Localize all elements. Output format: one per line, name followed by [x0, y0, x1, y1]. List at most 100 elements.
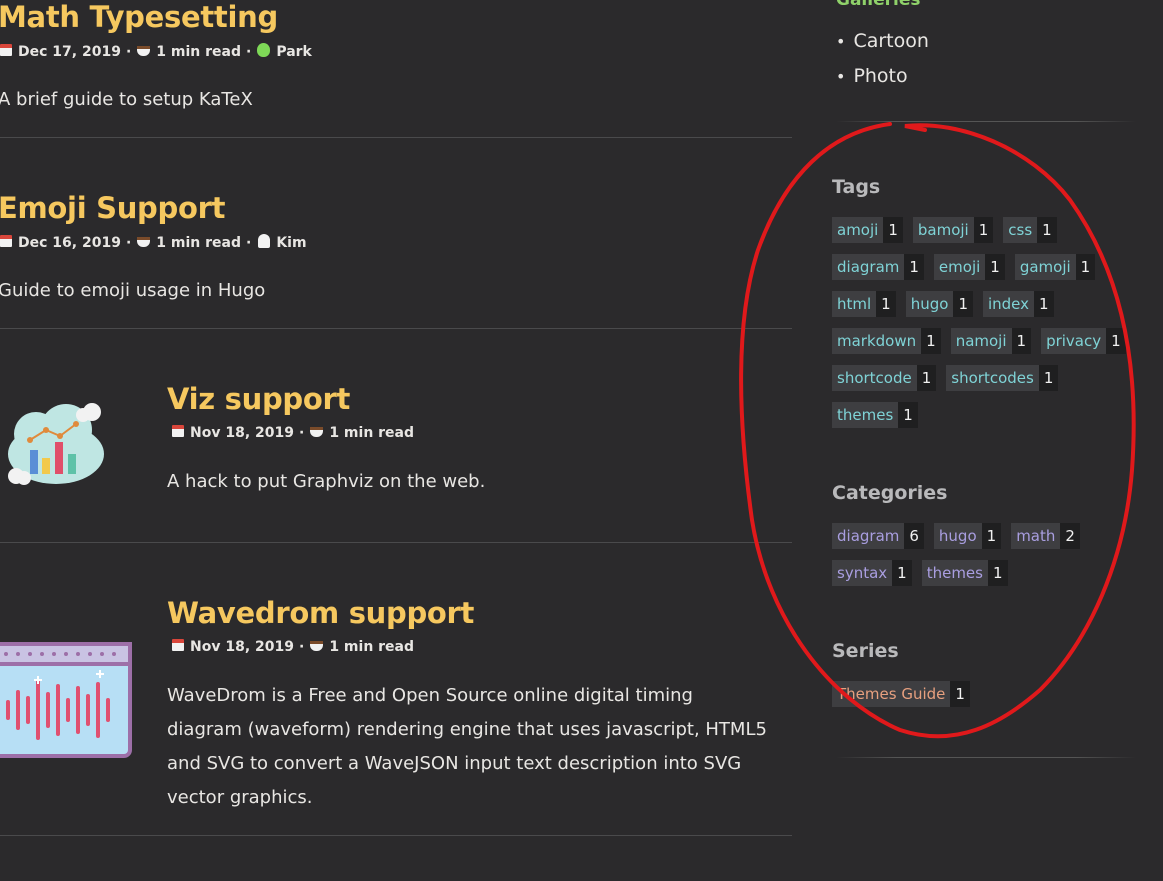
tag-name: amoji: [832, 217, 884, 243]
post-summary: Guide to emoji usage in Hugo: [0, 280, 266, 301]
post-meta: Dec 16, 2019 · 1 min read · Kim: [0, 234, 307, 252]
series-heading: Series: [832, 640, 899, 662]
calendar-icon: [170, 639, 185, 655]
tag-namoji[interactable]: namoji 1: [950, 328, 1032, 354]
post-title[interactable]: Math Typesetting: [0, 0, 278, 34]
category-diagram[interactable]: diagram 6: [832, 523, 924, 549]
category-count: 1: [892, 560, 912, 586]
tag-privacy[interactable]: privacy 1: [1041, 328, 1126, 354]
coffee-cup-icon: [309, 426, 324, 441]
tag-emoji[interactable]: emoji 1: [933, 254, 1005, 280]
tag-name: hugo: [905, 291, 954, 317]
post-meta: Dec 17, 2019 · 1 min read · Park: [0, 43, 312, 61]
tag-count: 1: [898, 402, 918, 428]
tag-count: 1: [904, 254, 924, 280]
post-meta: Nov 18, 2019 · 1 min read: [170, 425, 414, 441]
post-summary-line: vector graphics.: [167, 787, 313, 808]
tag-gamoji[interactable]: gamoji 1: [1014, 254, 1096, 280]
tag-count: 1: [985, 254, 1005, 280]
waveform-thumbnail[interactable]: [0, 642, 134, 760]
tag-count: 1: [921, 328, 941, 354]
post-title[interactable]: Wavedrom support: [167, 596, 474, 630]
category-name: math: [1011, 523, 1061, 549]
tag-name: emoji: [933, 254, 986, 280]
category-name: syntax: [832, 560, 893, 586]
tags-list: amoji 1 bamoji 1 css 1 diagram 1 emoji 1 gamoji 1 ht…: [832, 217, 1142, 428]
post-title[interactable]: Emoji Support: [0, 191, 225, 225]
series-count: 1: [950, 681, 970, 707]
post-read-time: 1 min read: [156, 44, 241, 60]
tag-count: 1: [883, 217, 903, 243]
tag-name: themes: [832, 402, 899, 428]
category-count: 2: [1060, 523, 1080, 549]
tag-bamoji[interactable]: bamoji 1: [912, 217, 994, 243]
series-themes-guide[interactable]: Themes Guide 1: [832, 681, 970, 707]
ghost-icon: [256, 234, 271, 252]
post-summary-line: and SVG to convert a WaveJSON input text…: [167, 753, 742, 774]
gallery-link-cartoon[interactable]: Cartoon: [836, 24, 928, 59]
series-name: Themes Guide: [832, 681, 951, 707]
tag-name: shortcode: [832, 365, 917, 391]
tag-markdown[interactable]: markdown 1: [832, 328, 941, 354]
coffee-cup-icon: [136, 45, 151, 60]
post-read-time: 1 min read: [156, 235, 241, 251]
post-date: Nov 18, 2019: [190, 425, 294, 441]
post-divider: [0, 137, 792, 138]
post-divider: [0, 328, 792, 329]
tag-diagram[interactable]: diagram 1: [832, 254, 924, 280]
category-name: hugo: [933, 523, 982, 549]
post-meta: Nov 18, 2019 · 1 min read: [170, 639, 414, 655]
tag-count: 1: [973, 217, 994, 243]
post-read-time: 1 min read: [329, 639, 415, 655]
category-name: diagram: [832, 523, 905, 549]
tag-name: shortcodes: [946, 365, 1039, 391]
calendar-icon: [0, 235, 13, 251]
tag-themes[interactable]: themes 1: [832, 402, 918, 428]
cloud-chart-thumbnail[interactable]: [0, 398, 112, 490]
categories-heading: Categories: [832, 482, 948, 504]
tag-name: html: [832, 291, 877, 317]
tag-name: diagram: [832, 254, 905, 280]
tag-count: 1: [1037, 217, 1057, 243]
coffee-cup-icon: [309, 640, 324, 655]
post-date: Nov 18, 2019: [190, 639, 294, 655]
tag-count: 1: [876, 291, 896, 317]
post-author[interactable]: Park: [276, 44, 312, 60]
tag-count: 1: [1075, 254, 1096, 280]
post-date: Dec 16, 2019: [18, 235, 121, 251]
post-date: Dec 17, 2019: [18, 44, 121, 60]
category-syntax[interactable]: syntax 1: [832, 560, 912, 586]
tag-count: 1: [953, 291, 973, 317]
post-read-time: 1 min read: [329, 425, 415, 441]
tag-count: 1: [1011, 328, 1032, 354]
tag-html[interactable]: html 1: [832, 291, 896, 317]
tags-heading: Tags: [832, 176, 881, 198]
category-count: 1: [981, 523, 1002, 549]
tag-index[interactable]: index 1: [982, 291, 1054, 317]
post-summary: WaveDrom is a Free and Open Source onlin…: [167, 679, 787, 815]
post-title[interactable]: Viz support: [167, 382, 350, 416]
gallery-link-photo[interactable]: Photo: [836, 59, 929, 94]
tag-name: privacy: [1041, 328, 1107, 354]
post-divider: [0, 542, 792, 543]
sidebar-divider: [836, 121, 1136, 122]
tag-count: 1: [916, 365, 937, 391]
tag-css[interactable]: css 1: [1003, 217, 1057, 243]
alien-icon: [256, 43, 271, 61]
tag-shortcodes[interactable]: shortcodes 1: [946, 365, 1059, 391]
post-divider: [0, 835, 792, 836]
category-themes[interactable]: themes 1: [921, 560, 1008, 586]
tag-name: namoji: [950, 328, 1012, 354]
tag-name: markdown: [832, 328, 922, 354]
tag-name: index: [982, 291, 1035, 317]
tag-shortcode[interactable]: shortcode 1: [832, 365, 937, 391]
category-hugo[interactable]: hugo 1: [933, 523, 1002, 549]
category-count: 1: [987, 560, 1008, 586]
tag-amoji[interactable]: amoji 1: [832, 217, 903, 243]
category-math[interactable]: math 2: [1011, 523, 1080, 549]
sidebar-divider: [836, 757, 1136, 758]
tag-count: 1: [1038, 365, 1059, 391]
post-author[interactable]: Kim: [276, 235, 306, 251]
post-summary-line: diagram (waveform) rendering engine that…: [167, 719, 767, 740]
tag-hugo[interactable]: hugo 1: [905, 291, 973, 317]
